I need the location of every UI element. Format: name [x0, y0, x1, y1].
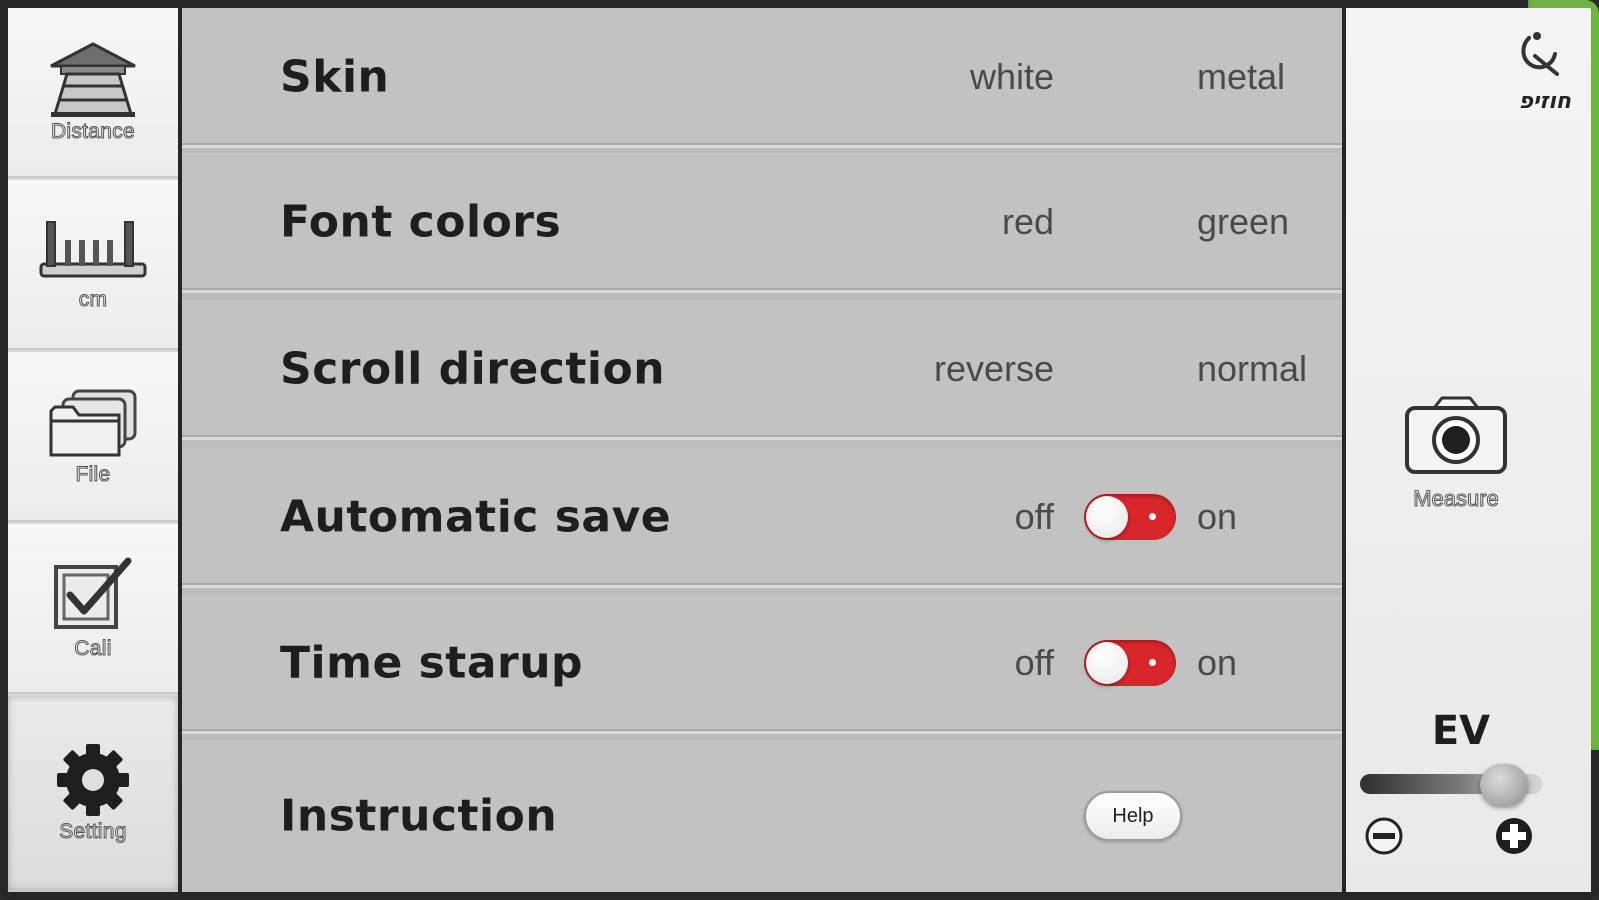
sidebar: Distance cm File Cali Setting — [8, 8, 178, 892]
ev-label: EV — [1431, 708, 1491, 754]
option-left-label: reverse — [933, 347, 1054, 389]
option-left-label: white — [969, 55, 1054, 97]
setting-title: Skin — [280, 51, 390, 102]
sidebar-item-label: cm — [78, 288, 108, 312]
ev-slider-handle[interactable] — [1480, 764, 1529, 806]
toggle-knob — [1086, 495, 1128, 538]
option-right-label: on — [1197, 641, 1238, 683]
setting-row-instruction: Instruction Help — [182, 740, 1342, 892]
option-right-label: on — [1197, 495, 1238, 537]
distance-icon — [45, 40, 141, 118]
measure-button[interactable]: Measure — [1391, 396, 1521, 512]
setting-row-skin: Skin white metal — [182, 0, 1599, 458]
setting-row-font-colors: Font colors red green — [182, 0, 1599, 603]
option-left-label: off — [1014, 495, 1054, 537]
option-left-label: red — [1001, 200, 1054, 242]
app-frame: Distance cm File Cali Setting Skin white… — [0, 0, 1599, 900]
svg-text:חוזיפ: חוזיפ — [1519, 89, 1571, 114]
setting-title: Automatic save — [280, 491, 672, 542]
calibrate-icon — [48, 555, 138, 635]
sidebar-item-label: Setting — [59, 820, 127, 844]
brand-logo: חוזיפ — [1491, 26, 1581, 116]
setting-row-time-startup: Time starup off on — [182, 594, 1342, 734]
sidebar-item-cm[interactable]: cm — [8, 180, 178, 350]
minus-icon[interactable] — [1364, 816, 1404, 856]
toggle-dot — [1149, 658, 1156, 666]
gear-icon — [55, 742, 131, 818]
sidebar-item-file[interactable]: File — [8, 352, 178, 522]
setting-row-scroll-direction: Scroll direction reverse normal — [182, 0, 1599, 750]
right-panel: חוזיפ Measure EV — [1346, 8, 1591, 892]
toggle-dot — [1149, 512, 1156, 520]
setting-row-automatic-save: Automatic save off on — [182, 448, 1342, 588]
setting-title: Scroll direction — [280, 343, 666, 394]
sidebar-item-setting[interactable]: Setting — [8, 696, 178, 892]
option-right-label: metal — [1197, 55, 1286, 97]
folder-icon — [45, 385, 141, 461]
time-startup-toggle[interactable] — [1084, 639, 1176, 686]
setting-title: Time starup — [280, 637, 584, 688]
option-right-label: green — [1197, 200, 1290, 242]
option-left-label: off — [1014, 641, 1054, 683]
toggle-knob — [1086, 641, 1128, 684]
setting-title: Instruction — [280, 790, 558, 842]
help-button[interactable]: Help — [1084, 791, 1182, 841]
setting-title: Font colors — [280, 196, 562, 247]
sidebar-item-label: File — [75, 463, 111, 487]
sidebar-item-label: Distance — [50, 120, 136, 144]
ruler-icon — [37, 216, 149, 286]
automatic-save-toggle[interactable] — [1084, 493, 1176, 540]
measure-label: Measure — [1413, 486, 1500, 512]
plus-icon[interactable] — [1494, 816, 1534, 856]
option-right-label: normal — [1197, 347, 1308, 389]
sidebar-item-label: Cali — [74, 637, 112, 661]
settings-list: Skin white metal Font colors red green S… — [182, 0, 1599, 892]
sidebar-item-distance[interactable]: Distance — [8, 8, 178, 178]
camera-icon — [1404, 396, 1508, 480]
sidebar-item-cali[interactable]: Cali — [8, 524, 178, 694]
